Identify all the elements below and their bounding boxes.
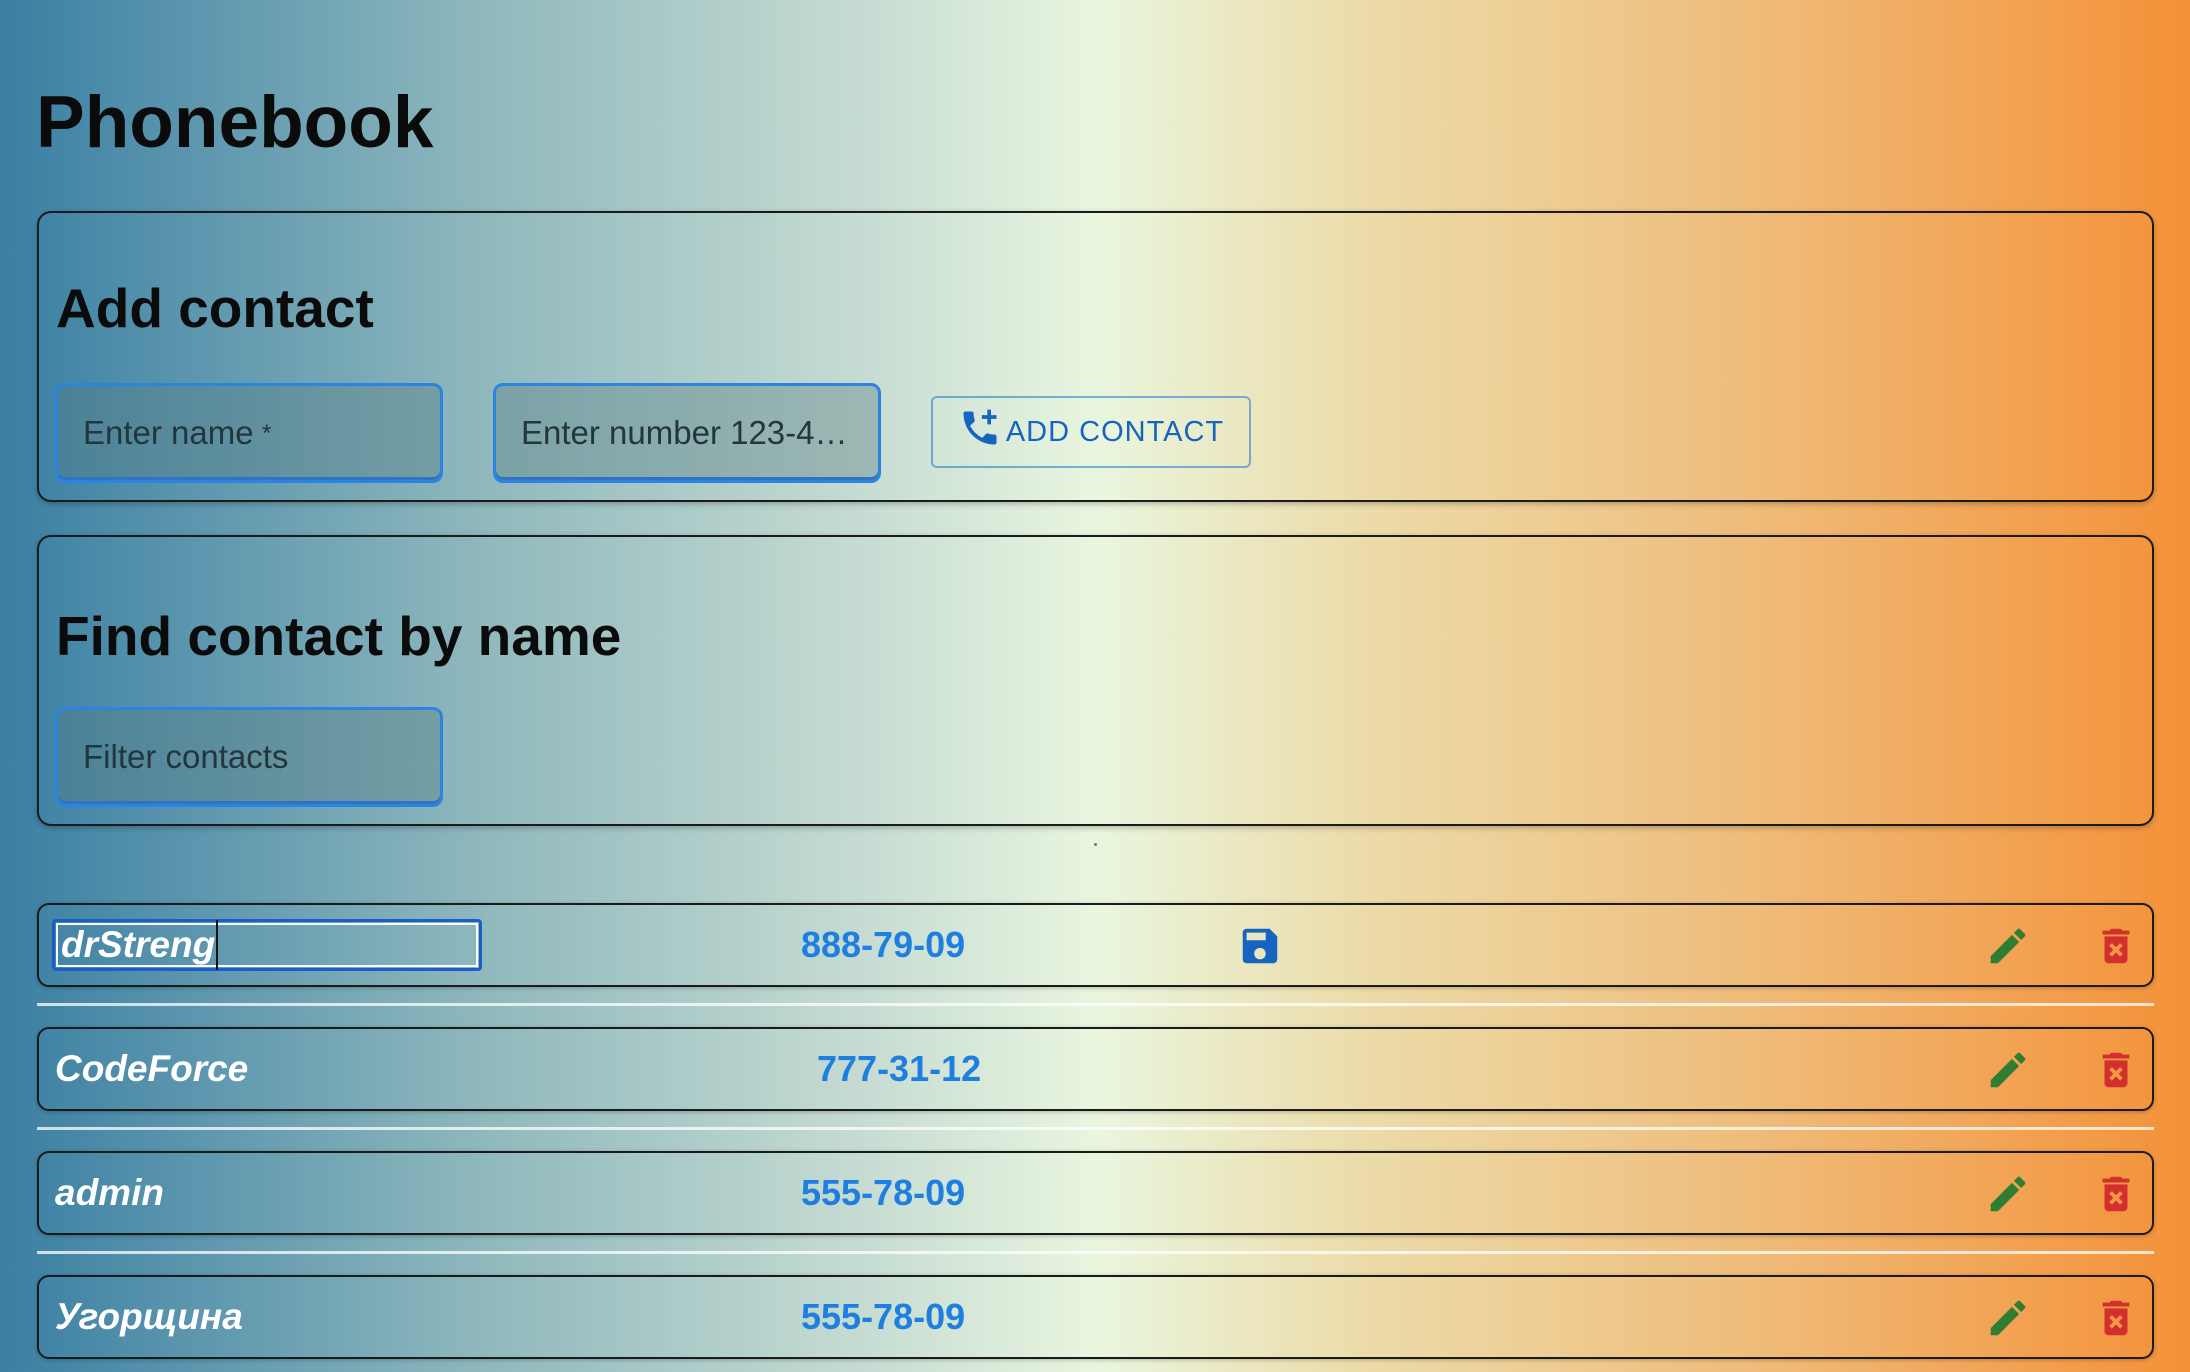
add-call-icon (958, 406, 1002, 458)
contact-row: admin 555-78-09 (37, 1151, 2154, 1235)
delete-icon[interactable] (2093, 1295, 2139, 1341)
contact-name-edit-input[interactable]: drStreng (52, 919, 482, 971)
add-contact-heading: Add contact (56, 277, 374, 339)
delete-icon[interactable] (2093, 1171, 2139, 1217)
delete-icon[interactable] (2093, 1047, 2139, 1093)
find-contact-heading: Find contact by name (56, 605, 622, 667)
name-input[interactable] (58, 386, 440, 480)
save-icon[interactable] (1237, 923, 1283, 969)
contact-number: 555-78-09 (801, 1296, 966, 1337)
delete-icon[interactable] (2093, 923, 2139, 969)
contact-number: 888-79-09 (801, 924, 966, 965)
number-input[interactable] (496, 386, 878, 480)
pencil-icon[interactable] (1985, 1295, 2031, 1341)
find-contact-form: Find contact by name (37, 535, 2154, 826)
row-divider (37, 1251, 2154, 1254)
add-contact-label: ADD CONTACT (1005, 415, 1225, 448)
add-contact-form: Add contact * ADD CONTACT (37, 211, 2154, 502)
loader-dot (1094, 843, 1097, 846)
contact-name: CodeForce (55, 1048, 249, 1089)
filter-field[interactable] (55, 707, 443, 807)
page-title: Phonebook (36, 82, 434, 163)
filter-input[interactable] (58, 710, 440, 804)
pencil-icon[interactable] (1985, 1171, 2031, 1217)
contact-row: drStreng 888-79-09 (37, 903, 2154, 987)
required-mark: * (262, 420, 272, 447)
name-field[interactable]: * (55, 383, 443, 483)
row-divider (37, 1127, 2154, 1130)
pencil-icon[interactable] (1985, 923, 2031, 969)
contact-row: CodeForce 777-31-12 (37, 1027, 2154, 1111)
number-field[interactable] (493, 383, 881, 483)
contact-row: Угорщина 555-78-09 (37, 1275, 2154, 1359)
contact-number: 777-31-12 (817, 1048, 982, 1089)
contact-name: Угорщина (55, 1296, 243, 1337)
add-contact-button[interactable]: ADD CONTACT (931, 396, 1251, 468)
contact-number: 555-78-09 (801, 1172, 966, 1213)
pencil-icon[interactable] (1985, 1047, 2031, 1093)
contact-name: admin (55, 1172, 164, 1213)
row-divider (37, 1003, 2154, 1006)
